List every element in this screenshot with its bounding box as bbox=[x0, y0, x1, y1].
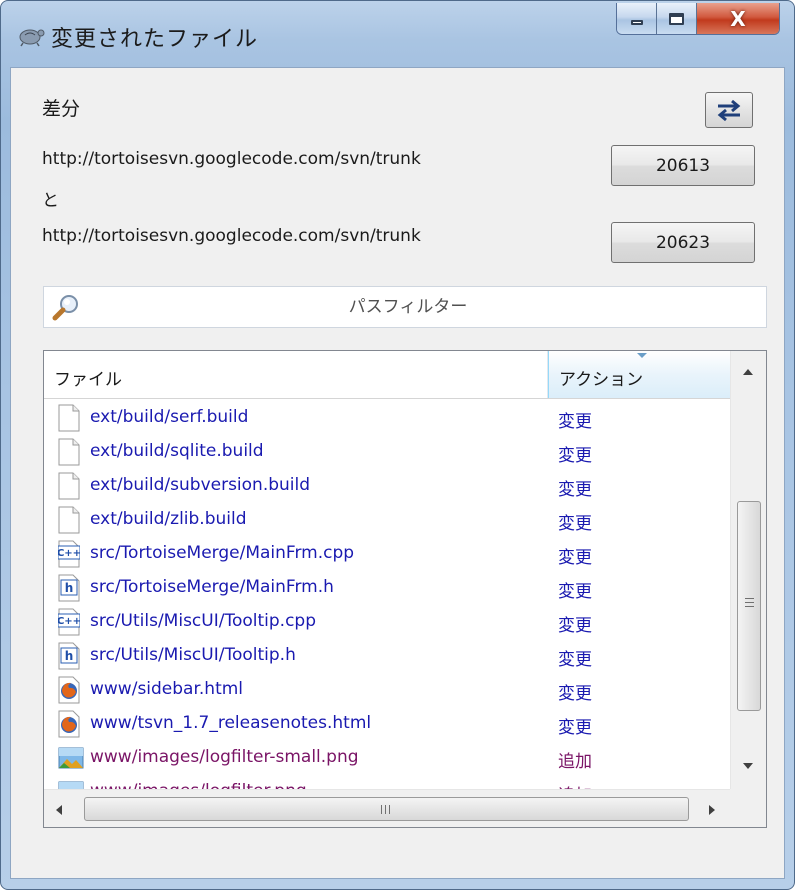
grip-icon bbox=[745, 598, 754, 607]
file-row[interactable]: www/images/logfilter-small.png 追加 bbox=[44, 741, 730, 775]
connector-text: と bbox=[42, 191, 59, 211]
file-row[interactable]: C++ src/Utils/MiscUI/Tooltip.cpp 変更 bbox=[44, 605, 730, 639]
scroll-left-arrow-icon[interactable] bbox=[56, 805, 62, 815]
header-file-icon: h bbox=[58, 574, 80, 602]
file-action: 変更 bbox=[558, 718, 592, 738]
file-action: 変更 bbox=[558, 582, 592, 602]
file-path: ext/build/subversion.build bbox=[90, 475, 311, 495]
path-filter-box[interactable] bbox=[43, 286, 767, 328]
cpp-file-icon: C++ bbox=[57, 608, 81, 636]
file-row[interactable]: h src/TortoiseMerge/MainFrm.h 変更 bbox=[44, 571, 730, 605]
cpp-file-icon: C++ bbox=[57, 540, 81, 568]
minimize-icon bbox=[630, 20, 643, 25]
horizontal-scroll-thumb[interactable] bbox=[84, 797, 689, 821]
file-row[interactable]: ext/build/zlib.build 変更 bbox=[44, 503, 730, 537]
maximize-button[interactable] bbox=[657, 3, 697, 34]
blank-file-icon bbox=[58, 438, 80, 466]
file-path: src/Utils/MiscUI/Tooltip.h bbox=[90, 645, 296, 665]
swap-revisions-button[interactable] bbox=[705, 92, 753, 128]
file-row[interactable]: www/sidebar.html 変更 bbox=[44, 673, 730, 707]
svg-text:C++: C++ bbox=[58, 548, 80, 559]
file-row[interactable]: ext/build/serf.build 変更 bbox=[44, 401, 730, 435]
file-path: www/sidebar.html bbox=[90, 679, 244, 699]
file-row[interactable]: h src/Utils/MiscUI/Tooltip.h 変更 bbox=[44, 639, 730, 673]
file-action: 追加 bbox=[558, 752, 592, 772]
file-action: 変更 bbox=[558, 514, 592, 534]
maximize-icon bbox=[669, 12, 684, 25]
magnifier-icon bbox=[52, 295, 78, 321]
grip-icon bbox=[381, 805, 390, 814]
file-row[interactable]: ext/build/sqlite.build 変更 bbox=[44, 435, 730, 469]
file-row[interactable]: ext/build/subversion.build 変更 bbox=[44, 469, 730, 503]
blank-file-icon bbox=[58, 472, 80, 500]
blank-file-icon bbox=[58, 404, 80, 432]
firefox-html-icon bbox=[58, 676, 80, 704]
svg-text:h: h bbox=[65, 649, 74, 663]
from-revision-button[interactable]: 20613 bbox=[611, 145, 755, 186]
horizontal-scrollbar[interactable] bbox=[44, 789, 730, 827]
dialog-client-area: 差分 http://tortoisesvn.googlecode.com/svn… bbox=[10, 67, 785, 879]
header-file-icon: h bbox=[58, 642, 80, 670]
diff-label: 差分 bbox=[42, 98, 81, 120]
firefox-html-icon bbox=[58, 710, 80, 738]
svg-text:C++: C++ bbox=[58, 616, 80, 627]
file-path: www/images/logfilter-small.png bbox=[90, 747, 359, 767]
close-button[interactable]: X bbox=[697, 3, 779, 34]
file-path: ext/build/sqlite.build bbox=[90, 441, 264, 461]
file-path: src/Utils/MiscUI/Tooltip.cpp bbox=[90, 611, 316, 631]
sort-descending-icon bbox=[637, 353, 647, 358]
file-action: 変更 bbox=[558, 446, 592, 466]
file-path: www/tsvn_1.7_releasenotes.html bbox=[90, 713, 372, 733]
vertical-scrollbar[interactable] bbox=[730, 351, 766, 789]
file-row[interactable]: C++ src/TortoiseMerge/MainFrm.cpp 変更 bbox=[44, 537, 730, 571]
column-header-action-label: アクション bbox=[559, 370, 644, 390]
list-header: ファイル アクション bbox=[44, 351, 730, 399]
svg-text:h: h bbox=[65, 581, 74, 595]
file-path: src/TortoiseMerge/MainFrm.cpp bbox=[90, 543, 355, 563]
vertical-scroll-thumb[interactable] bbox=[737, 501, 761, 711]
blank-file-icon bbox=[58, 506, 80, 534]
file-path: ext/build/zlib.build bbox=[90, 509, 247, 529]
file-action: 変更 bbox=[558, 650, 592, 670]
changed-files-window: 変更されたファイル X 差分 http://tortoisesvn.google… bbox=[0, 0, 795, 890]
window-title: 変更されたファイル bbox=[51, 27, 259, 52]
file-rows: ext/build/serf.build 変更 ext/build/sqlite.b… bbox=[44, 401, 730, 809]
from-url: http://tortoisesvn.googlecode.com/svn/tr… bbox=[42, 149, 421, 169]
column-header-file[interactable]: ファイル bbox=[44, 351, 548, 398]
scroll-up-arrow-icon[interactable] bbox=[743, 369, 753, 375]
title-bar[interactable]: 変更されたファイル X bbox=[1, 1, 794, 67]
close-icon: X bbox=[730, 6, 746, 31]
path-filter-input[interactable] bbox=[88, 287, 728, 327]
file-action: 変更 bbox=[558, 548, 592, 568]
to-url: http://tortoisesvn.googlecode.com/svn/tr… bbox=[42, 226, 421, 246]
file-action: 変更 bbox=[558, 480, 592, 500]
to-revision-button[interactable]: 20623 bbox=[611, 222, 755, 263]
scrollbar-corner bbox=[730, 789, 766, 827]
file-action: 変更 bbox=[558, 412, 592, 432]
caption-buttons: X bbox=[616, 3, 780, 35]
changed-files-list[interactable]: ファイル アクション ext/build/serf.build 変更 ext/bui… bbox=[43, 350, 767, 828]
image-file-icon bbox=[58, 744, 84, 772]
scroll-down-arrow-icon[interactable] bbox=[743, 763, 753, 769]
column-header-action[interactable]: アクション bbox=[548, 351, 730, 398]
file-action: 変更 bbox=[558, 684, 592, 704]
file-row[interactable]: www/tsvn_1.7_releasenotes.html 変更 bbox=[44, 707, 730, 741]
tortoise-app-icon bbox=[19, 29, 45, 47]
file-path: ext/build/serf.build bbox=[90, 407, 249, 427]
file-action: 変更 bbox=[558, 616, 592, 636]
swap-arrows-icon bbox=[717, 99, 741, 122]
file-path: src/TortoiseMerge/MainFrm.h bbox=[90, 577, 334, 597]
minimize-button[interactable] bbox=[617, 3, 657, 34]
scroll-right-arrow-icon[interactable] bbox=[709, 805, 715, 815]
